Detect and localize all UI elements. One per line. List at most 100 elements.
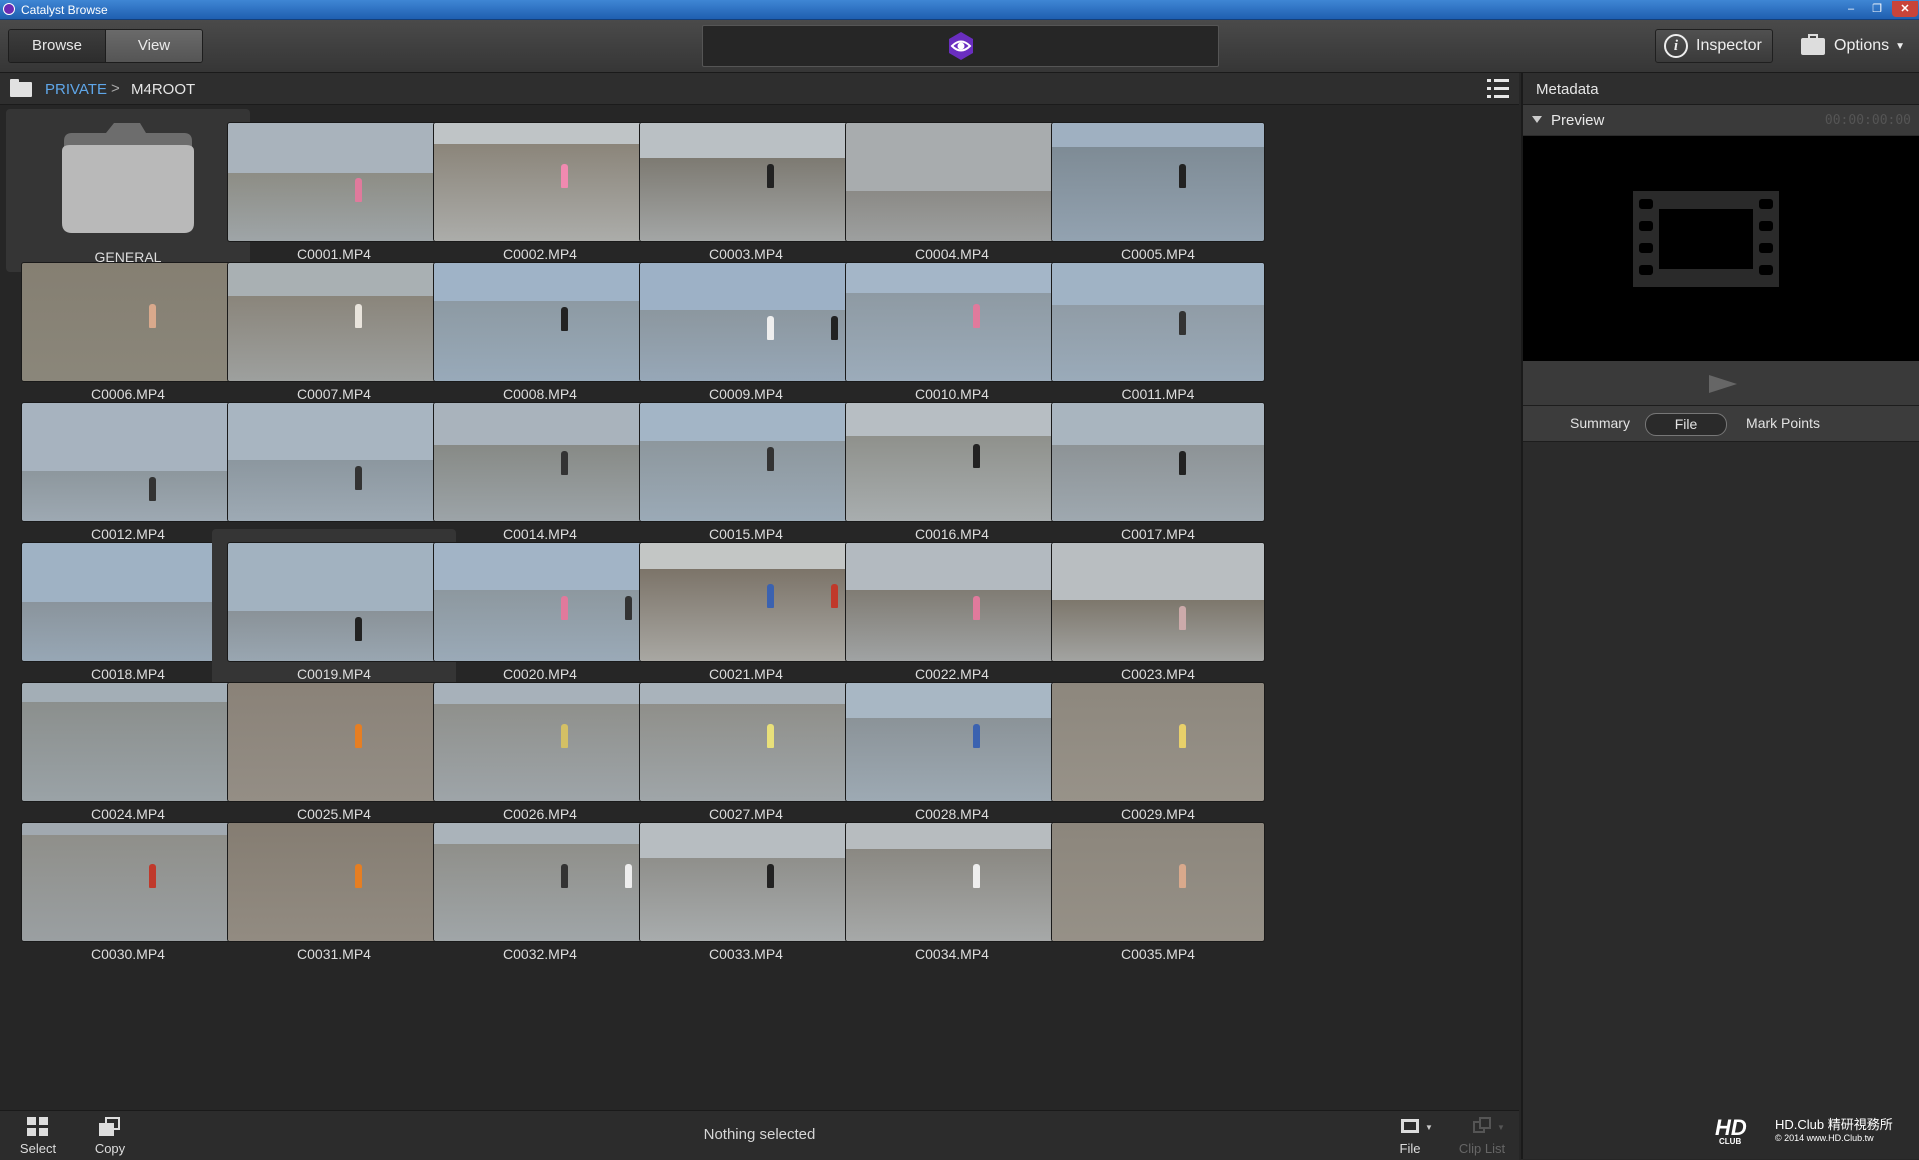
inspector-button[interactable]: i Inspector — [1655, 29, 1773, 63]
clip-thumbnail — [1052, 123, 1264, 241]
film-icon: ▼ — [1399, 1117, 1433, 1137]
clip-grid: GENERAL C0001.MP4 C0002.MP4 C0003.MP4 C0004… — [0, 105, 1519, 1110]
metadata-title: Metadata — [1536, 81, 1599, 98]
person-figure — [149, 864, 157, 889]
person-figure — [355, 304, 363, 329]
clip-thumbnail — [640, 263, 852, 381]
clip-thumbnail — [846, 123, 1058, 241]
clip-thumbnail — [640, 823, 852, 941]
window-title: Catalyst Browse — [21, 3, 108, 17]
folder-icon — [10, 79, 32, 97]
collapse-triangle-icon — [1532, 116, 1542, 123]
film-strip-icon — [1633, 191, 1779, 287]
tab-file[interactable]: File — [1645, 413, 1727, 436]
app-icon — [3, 3, 15, 15]
breadcrumb-current: M4ROOT — [131, 81, 196, 98]
playback-bar — [1523, 361, 1919, 405]
watermark-line1: HD.Club 精研視務所 — [1775, 1117, 1893, 1132]
person-figure — [767, 724, 775, 749]
person-figure — [767, 584, 775, 609]
person-figure — [1179, 164, 1187, 189]
browse-tab[interactable]: Browse — [9, 30, 106, 62]
clip-item[interactable]: C0017.MP4 — [1036, 389, 1280, 551]
clip-thumbnail — [846, 543, 1058, 661]
clip-list-label: Clip List — [1458, 1141, 1506, 1156]
clip-list-icon: ▼ — [1471, 1117, 1505, 1137]
clip-thumbnail — [1052, 403, 1264, 521]
person-figure — [149, 304, 157, 329]
person-figure — [561, 451, 569, 476]
clip-list-button[interactable]: ▼ Clip List — [1452, 1117, 1512, 1156]
tab-mark-points[interactable]: Mark Points — [1733, 413, 1833, 434]
clip-thumbnail — [434, 263, 646, 381]
clip-thumbnail — [846, 403, 1058, 521]
bottom-bar: Select Copy Nothing selected ▼ File ▼ Cl… — [0, 1110, 1519, 1160]
options-button[interactable]: Options ▼ — [1793, 29, 1911, 63]
inspector-label: Inspector — [1696, 37, 1762, 54]
clip-item[interactable]: C0035.MP4 — [1036, 809, 1280, 971]
person-figure — [973, 864, 981, 889]
tab-summary[interactable]: Summary — [1563, 413, 1637, 434]
clip-item[interactable]: C0029.MP4 — [1036, 669, 1280, 831]
person-figure — [561, 164, 569, 189]
person-figure — [561, 864, 569, 889]
clip-thumbnail — [228, 123, 440, 241]
preview-section-header[interactable]: Preview 00:00:00:00 — [1523, 105, 1919, 135]
file-button[interactable]: ▼ File — [1380, 1117, 1440, 1156]
clip-thumbnail — [228, 263, 440, 381]
breadcrumb-separator: > — [111, 80, 120, 97]
clip-thumbnail — [228, 823, 440, 941]
clip-item[interactable]: C0023.MP4 — [1036, 529, 1280, 691]
breadcrumb-private[interactable]: PRIVATE — [45, 81, 107, 98]
list-view-icon[interactable] — [1487, 79, 1509, 99]
folder-icon — [62, 123, 194, 233]
clip-thumbnail — [640, 683, 852, 801]
timecode: 00:00:00:00 — [1824, 113, 1911, 128]
person-figure — [355, 724, 363, 749]
clip-filename: C0035.MP4 — [1121, 946, 1195, 962]
person-figure — [767, 164, 775, 189]
title-bar: Catalyst Browse – ❐ ✕ — [0, 0, 1919, 20]
select-label: Select — [19, 1141, 57, 1156]
clip-thumbnail — [22, 823, 234, 941]
clip-item[interactable]: C0011.MP4 — [1036, 249, 1280, 411]
play-icon[interactable] — [1709, 375, 1737, 393]
metadata-header: Metadata — [1523, 73, 1919, 105]
person-figure — [561, 724, 569, 749]
clip-thumbnail — [22, 263, 234, 381]
restore-button[interactable]: ❐ — [1865, 1, 1889, 17]
clip-thumbnail — [228, 403, 440, 521]
minimize-button[interactable]: – — [1839, 1, 1863, 17]
person-figure — [355, 178, 363, 203]
clip-thumbnail — [846, 823, 1058, 941]
person-figure — [149, 477, 157, 502]
clip-thumbnail — [846, 263, 1058, 381]
metadata-tabs: Summary File Mark Points — [1523, 405, 1919, 442]
catalyst-eye-icon — [949, 32, 973, 60]
view-tab[interactable]: View — [106, 30, 202, 62]
copy-label: Copy — [94, 1141, 126, 1156]
person-figure — [973, 724, 981, 749]
clip-item[interactable]: C0005.MP4 — [1036, 109, 1280, 271]
person-figure — [1179, 724, 1187, 749]
chevron-down-icon: ▼ — [1895, 40, 1906, 52]
person-figure — [1179, 605, 1187, 630]
person-figure — [767, 864, 775, 889]
clip-thumbnail — [434, 543, 646, 661]
video-preview — [1523, 136, 1919, 361]
watermark-line2: © 2014 www.HD.Club.tw — [1775, 1133, 1874, 1143]
close-button[interactable]: ✕ — [1892, 1, 1918, 17]
clip-thumbnail — [434, 123, 646, 241]
clip-thumbnail — [1052, 543, 1264, 661]
toolbar: Browse View i Inspector Options ▼ — [0, 20, 1919, 73]
clip-thumbnail — [640, 543, 852, 661]
clip-thumbnail — [22, 683, 234, 801]
options-label: Options — [1834, 37, 1890, 54]
person-figure — [355, 465, 363, 490]
clip-thumbnail — [1052, 683, 1264, 801]
clip-thumbnail — [640, 403, 852, 521]
clip-thumbnail — [22, 403, 234, 521]
clip-thumbnail — [1052, 823, 1264, 941]
person-figure — [1179, 864, 1187, 889]
clip-thumbnail — [22, 543, 234, 661]
